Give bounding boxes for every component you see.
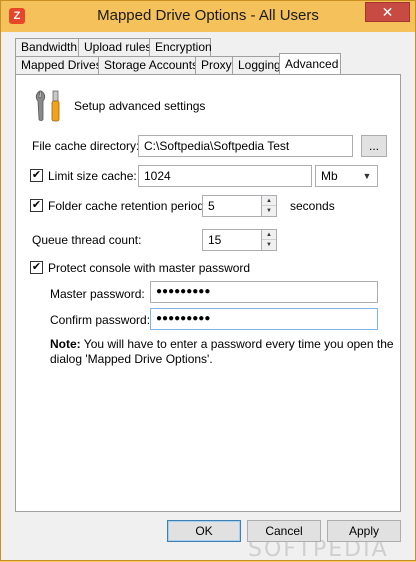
title-bar[interactable]: Z Mapped Drive Options - All Users ✕ (1, 1, 415, 32)
limit-cache-checkbox[interactable]: ✔ (30, 169, 43, 182)
close-button[interactable]: ✕ (365, 2, 410, 22)
file-cache-label: File cache directory: (32, 139, 140, 153)
note-label: Note: (50, 337, 81, 351)
protect-console-label: Protect console with master password (48, 261, 251, 275)
dialog-window: Z Mapped Drive Options - All Users ✕ Ban… (0, 0, 416, 562)
cancel-button[interactable]: Cancel (247, 520, 321, 542)
ok-button[interactable]: OK (167, 520, 241, 542)
tab-upload-rules[interactable]: Upload rules (78, 38, 151, 56)
queue-thread-spinner[interactable]: ▲ ▼ (261, 229, 277, 251)
tab-storage-accounts[interactable]: Storage Accounts (98, 56, 198, 74)
seconds-label: seconds (290, 199, 335, 213)
folder-retention-input[interactable]: 5 (202, 195, 262, 217)
tab-encryption[interactable]: Encryption (149, 38, 212, 56)
master-password-label: Master password: (50, 287, 145, 301)
tab-proxy[interactable]: Proxy (195, 56, 233, 74)
queue-thread-input[interactable]: 15 (202, 229, 262, 251)
browse-button[interactable]: ... (361, 135, 387, 157)
spin-down-icon[interactable]: ▼ (262, 240, 276, 250)
master-password-input[interactable]: ●●●●●●●●● (150, 281, 378, 303)
tab-logging[interactable]: Logging (232, 56, 281, 74)
apply-button[interactable]: Apply (327, 520, 401, 542)
cache-unit-select[interactable]: Mb ▼ (315, 165, 378, 187)
spin-down-icon[interactable]: ▼ (262, 206, 276, 216)
advanced-panel: Setup advanced settings File cache direc… (15, 74, 401, 512)
note-line-1: You will have to enter a password every … (83, 337, 394, 351)
protect-console-checkbox[interactable]: ✔ (30, 261, 43, 274)
confirm-password-input[interactable]: ●●●●●●●●● (150, 308, 378, 330)
tab-bandwidth[interactable]: Bandwidth (15, 38, 79, 56)
window-title: Mapped Drive Options - All Users (97, 7, 319, 24)
folder-retention-checkbox[interactable]: ✔ (30, 199, 43, 212)
note-line-2: dialog 'Mapped Drive Options'. (50, 352, 213, 366)
wrench-icon (35, 90, 60, 122)
dialog-client: Bandwidth Upload rules Encryption Mapped… (8, 32, 408, 562)
queue-thread-label: Queue thread count: (32, 233, 142, 247)
folder-retention-spinner[interactable]: ▲ ▼ (261, 195, 277, 217)
tab-row-front: Mapped Drives Storage Accounts Proxy Log… (15, 53, 341, 74)
file-cache-input[interactable]: C:\Softpedia\Softpedia Test (138, 135, 353, 157)
panel-header: Setup advanced settings (74, 99, 206, 113)
chevron-down-icon: ▼ (362, 171, 372, 181)
note-text: Note: You will have to enter a password … (50, 337, 394, 351)
tab-mapped-drives[interactable]: Mapped Drives (15, 56, 102, 74)
tab-row-back: Bandwidth Upload rules Encryption (15, 38, 212, 56)
spin-up-icon[interactable]: ▲ (262, 230, 276, 240)
cache-unit-value: Mb (321, 169, 338, 183)
tab-advanced[interactable]: Advanced (279, 53, 341, 74)
limit-cache-input[interactable]: 1024 (138, 165, 312, 187)
folder-retention-label: Folder cache retention period: (48, 199, 208, 213)
limit-cache-label: Limit size cache: (48, 169, 137, 183)
spin-up-icon[interactable]: ▲ (262, 196, 276, 206)
confirm-password-label: Confirm password: (50, 313, 151, 327)
